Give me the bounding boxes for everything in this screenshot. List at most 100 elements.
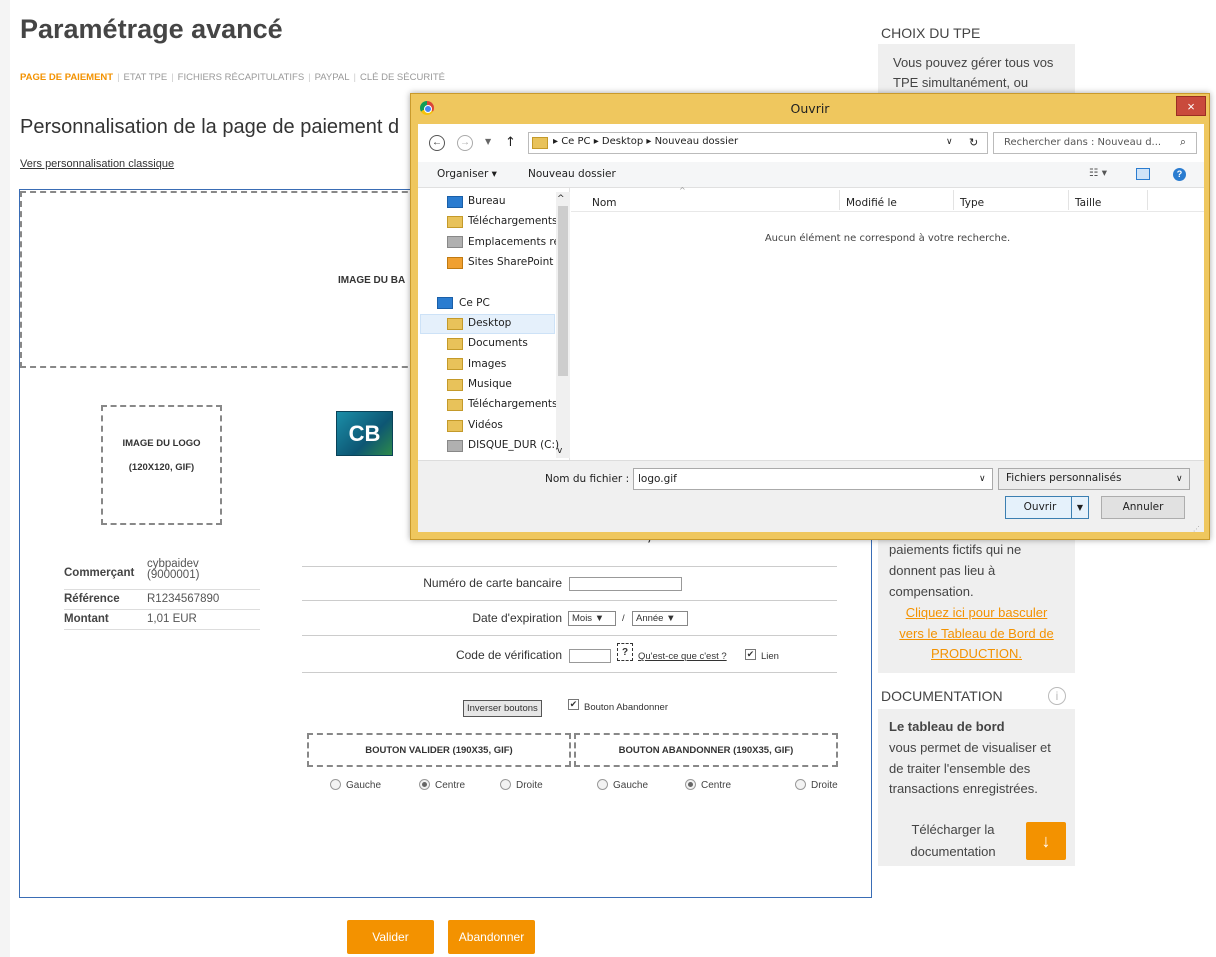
help-icon[interactable]: ?: [1173, 168, 1186, 181]
nav-item-telechargements[interactable]: Téléchargements: [468, 215, 556, 227]
chevron-down-icon[interactable]: ∨: [979, 474, 986, 484]
resize-grip-icon[interactable]: ⋰: [1193, 525, 1200, 533]
filename-input[interactable]: [633, 468, 993, 490]
reference-value: R1234567890: [147, 593, 220, 605]
chevron-down-icon: ▼: [666, 613, 676, 624]
tab-cle-securite[interactable]: CLÉ DE SÉCURITÉ: [357, 72, 448, 83]
form-divider: [302, 635, 837, 636]
validate-button[interactable]: Valider: [347, 920, 434, 954]
classic-customization-link[interactable]: Vers personnalisation classique: [20, 158, 174, 170]
cancel-align-right-radio[interactable]: [795, 779, 806, 790]
nav-item-documents[interactable]: Documents: [468, 337, 528, 349]
card-number-input[interactable]: [569, 577, 682, 591]
breadcrumb-separator: ▸: [553, 136, 562, 147]
info-icon[interactable]: i: [1048, 687, 1066, 705]
cancel-button-checkbox[interactable]: ✔: [568, 699, 579, 710]
nav-item-desktop[interactable]: Desktop: [468, 317, 511, 329]
radio-label: Droite: [811, 780, 838, 791]
column-type[interactable]: Type: [960, 197, 984, 209]
downloads-folder-icon: [447, 399, 463, 411]
month-select[interactable]: Mois ▼: [568, 611, 616, 626]
nav-item-musique[interactable]: Musique: [468, 378, 512, 390]
breadcrumb-separator: ▸: [643, 136, 655, 147]
cancel-button-checkbox-label: Bouton Abandonner: [584, 702, 668, 713]
close-icon[interactable]: ×: [1176, 96, 1206, 116]
chevron-down-icon[interactable]: ▼: [485, 137, 491, 146]
filetype-value: Fichiers personnalisés: [1006, 472, 1122, 484]
tpe-choice-text: TPE simultanément, ou: [893, 75, 1029, 90]
download-arrow-icon[interactable]: ↓: [1026, 822, 1066, 860]
downloads-folder-icon: [447, 216, 463, 228]
production-switch-link[interactable]: Cliquez ici pour basculer: [878, 603, 1075, 623]
cvv-input[interactable]: [569, 649, 611, 663]
cancel-align-left-radio[interactable]: [597, 779, 608, 790]
column-name[interactable]: Nom: [592, 197, 617, 209]
back-arrow-icon[interactable]: ←: [429, 135, 445, 151]
nav-item-ce-pc[interactable]: Ce PC: [459, 297, 490, 309]
nav-scrollbar-thumb[interactable]: [558, 206, 568, 376]
cancel-button[interactable]: Abandonner: [448, 920, 535, 954]
preview-pane-icon[interactable]: [1136, 168, 1150, 180]
folder-icon: [447, 318, 463, 330]
nav-item-videos[interactable]: Vidéos: [468, 419, 503, 431]
chevron-down-icon[interactable]: ∨: [1176, 474, 1183, 484]
year-select[interactable]: Année ▼: [632, 611, 688, 626]
nav-item-bureau[interactable]: Bureau: [468, 195, 506, 207]
form-divider: [302, 600, 837, 601]
test-mode-text: compensation.: [889, 584, 974, 599]
new-folder-button[interactable]: Nouveau dossier: [528, 168, 616, 180]
cancel-dialog-button[interactable]: Annuler: [1101, 496, 1185, 519]
tab-page-de-paiement[interactable]: PAGE DE PAIEMENT: [20, 72, 116, 83]
production-switch-link[interactable]: PRODUCTION.: [878, 644, 1075, 664]
breadcrumb-item[interactable]: Desktop: [602, 136, 643, 147]
test-mode-text: donnent pas lieu à: [889, 563, 996, 578]
merchant-value: cybpaidev (9000001): [147, 558, 200, 581]
cancel-align-center-radio[interactable]: [685, 779, 696, 790]
link-checkbox[interactable]: ✔: [745, 649, 756, 660]
documentation-text: vous permet de visualiser et: [889, 740, 1051, 755]
documentation-text: transactions enregistrées.: [889, 781, 1038, 796]
cvv-label: Code de vérification: [455, 648, 562, 662]
cvv-help-link[interactable]: Qu'est-ce que c'est ?: [638, 651, 727, 662]
validate-align-left-radio[interactable]: [330, 779, 341, 790]
breadcrumb-item[interactable]: Ce PC: [561, 136, 590, 147]
tab-paypal[interactable]: PAYPAL: [312, 72, 353, 83]
nav-item-telechargements-2[interactable]: Téléchargements: [468, 398, 556, 410]
radio-label: Gauche: [346, 780, 382, 791]
date-separator: /: [622, 613, 625, 624]
view-options-icon[interactable]: ☷ ▾: [1089, 167, 1107, 179]
swap-buttons-button[interactable]: Inverser boutons: [463, 700, 542, 717]
up-arrow-icon[interactable]: ↑: [505, 135, 516, 150]
nav-item-sharepoint[interactable]: Sites SharePoint: [468, 256, 553, 268]
column-modified[interactable]: Modifié le: [846, 197, 897, 209]
sort-caret-icon: ^: [679, 186, 686, 195]
forward-arrow-icon[interactable]: →: [457, 135, 473, 151]
open-dropdown-icon[interactable]: ▼: [1071, 496, 1089, 519]
organize-menu[interactable]: Organiser ▾: [437, 168, 497, 180]
tab-etat-tpe[interactable]: ETAT TPE: [121, 72, 171, 83]
chevron-down-icon[interactable]: ∨: [946, 137, 953, 147]
column-size[interactable]: Taille: [1075, 197, 1101, 209]
reference-key: Référence: [64, 593, 120, 605]
desktop-icon: [447, 196, 463, 208]
validate-align-center-radio[interactable]: [419, 779, 430, 790]
nav-item-images[interactable]: Images: [468, 358, 506, 370]
nav-item-emplacements[interactable]: Emplacements ré: [468, 236, 556, 248]
production-switch-link[interactable]: vers le Tableau de Bord de: [878, 624, 1075, 644]
radio-label: Centre: [435, 780, 466, 791]
validate-align-right-radio[interactable]: [500, 779, 511, 790]
tpe-choice-title: CHOIX DU TPE: [881, 25, 981, 41]
search-icon[interactable]: ⌕: [1180, 136, 1186, 149]
folder-icon: [447, 420, 463, 432]
tab-separator: |: [308, 72, 311, 83]
download-label: documentation: [910, 844, 996, 859]
open-button[interactable]: Ouvrir: [1005, 496, 1075, 519]
documentation-text: de traiter l'ensemble des: [889, 761, 1031, 776]
recent-places-icon: [447, 236, 463, 248]
refresh-icon[interactable]: ↻: [969, 136, 978, 149]
tab-separator: |: [171, 72, 174, 83]
scroll-up-icon[interactable]: ^: [557, 194, 565, 204]
nav-item-disque-dur[interactable]: DISQUE_DUR (C:): [468, 439, 559, 451]
breadcrumb-item[interactable]: Nouveau dossier: [655, 136, 739, 147]
tab-fichiers[interactable]: FICHIERS RÉCAPITULATIFS: [175, 72, 308, 83]
